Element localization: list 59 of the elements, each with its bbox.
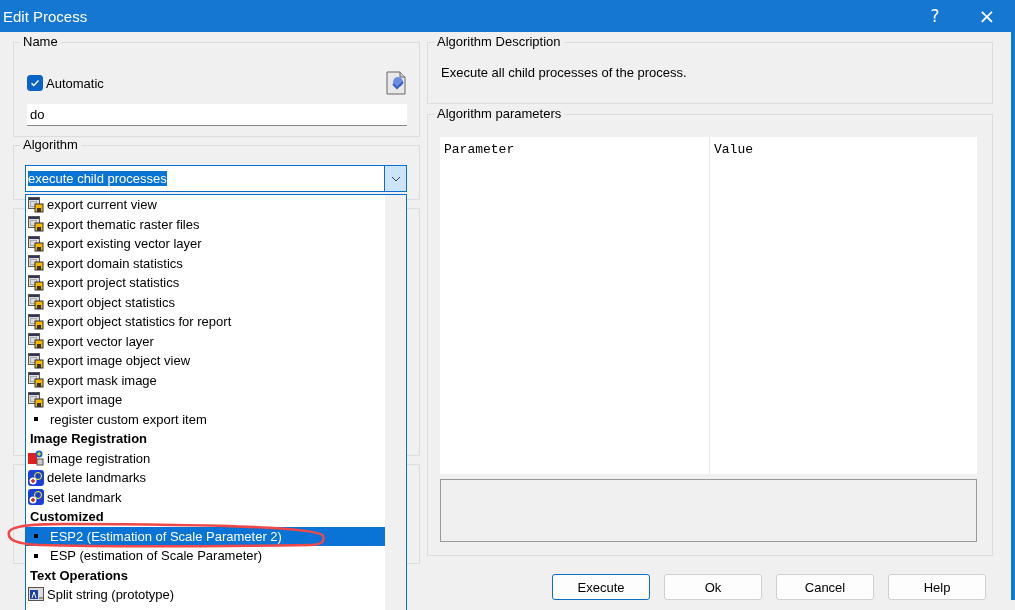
help-button[interactable]: ? (909, 0, 961, 32)
text-icon (28, 586, 44, 603)
scrollbar[interactable] (385, 195, 406, 610)
dialog-button[interactable]: Execute (552, 574, 650, 600)
dialog-button[interactable]: Ok (664, 574, 762, 600)
bullet-icon (34, 553, 38, 558)
export-icon (28, 294, 44, 311)
checkbox[interactable] (27, 75, 43, 91)
list-item[interactable]: image registration (26, 448, 385, 468)
close-button[interactable]: × (961, 0, 1013, 32)
dialog-button[interactable]: Help (888, 574, 986, 600)
landmark-icon (28, 489, 44, 506)
list-item[interactable]: export vector layer (26, 331, 385, 351)
list-item[interactable]: export object statistics (26, 292, 385, 312)
group-title: Name (20, 34, 61, 49)
algorithm-dropdown[interactable]: execute child processes (25, 165, 407, 192)
export-icon (28, 372, 44, 389)
registration-icon (28, 450, 44, 467)
export-icon (28, 352, 44, 369)
column-header[interactable]: Parameter (440, 136, 710, 162)
list-item[interactable]: export thematic raster files (26, 214, 385, 234)
list-item[interactable]: Split string (prototype) (26, 585, 385, 605)
list-item[interactable]: export mask image (26, 370, 385, 390)
group-heading: Text Operations (29, 566, 129, 585)
description-text: Execute all child processes of the process. (441, 65, 687, 80)
document-icon[interactable] (386, 71, 406, 95)
group-heading: Customized (29, 508, 105, 527)
list-item[interactable]: ESP2 (Estimation of Scale Parameter 2) (26, 526, 385, 546)
landmark-icon (28, 469, 44, 486)
list-item[interactable]: export current view (26, 195, 385, 215)
bullet-icon (34, 534, 38, 539)
name-field[interactable]: do (27, 104, 407, 126)
export-icon (28, 255, 44, 272)
checkbox-label[interactable]: Automatic (46, 75, 386, 91)
list-item[interactable]: export existing vector layer (26, 234, 385, 254)
list-item[interactable]: export project statistics (26, 273, 385, 293)
group-title: Algorithm Description (434, 34, 564, 49)
export-icon (28, 313, 44, 330)
export-icon (28, 391, 44, 408)
export-icon (28, 235, 44, 252)
window-title: Edit Process (3, 7, 89, 25)
bullet-icon (34, 417, 38, 422)
group-title: Algorithm (20, 137, 81, 152)
list-item[interactable]: export image object view (26, 351, 385, 371)
list-item[interactable]: ESP (estimation of Scale Parameter) (26, 546, 385, 566)
export-icon (28, 216, 44, 233)
export-icon (28, 274, 44, 291)
list-item[interactable]: export image (26, 390, 385, 410)
list-item[interactable]: delete landmarks (26, 468, 385, 488)
list-item[interactable]: set landmark (26, 487, 385, 507)
list-item[interactable]: export domain statistics (26, 253, 385, 273)
export-icon (28, 333, 44, 350)
list-item[interactable]: export object statistics for report (26, 312, 385, 332)
dialog-button[interactable]: Cancel (776, 574, 874, 600)
column-header[interactable]: Value (710, 136, 977, 162)
list-item[interactable]: register custom export item (26, 409, 385, 429)
group-heading: Image Registration (29, 430, 149, 449)
export-icon (28, 196, 44, 213)
chevron-icon (390, 175, 401, 182)
